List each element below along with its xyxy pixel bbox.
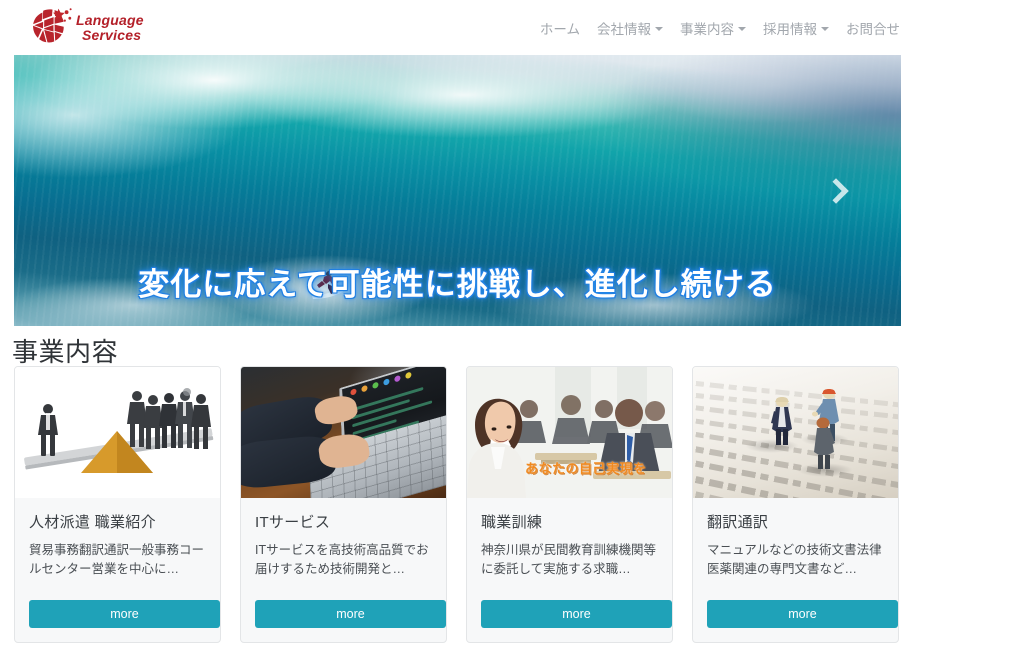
chevron-down-icon — [738, 26, 746, 31]
chevron-down-icon — [655, 26, 663, 31]
nav-label: お問合せ — [846, 21, 900, 37]
brand-line-1: Language — [76, 12, 144, 29]
more-button[interactable]: more — [255, 600, 446, 628]
card-item[interactable]: 翻訳通訳 マニュアルなどの技術文書法律医薬関連の専門文書など… more — [692, 366, 899, 643]
site-header: Language Services ホーム 会社情報 事業内容 採用情報 お問合… — [0, 0, 1024, 55]
nav-label: ホーム — [539, 21, 580, 37]
card-item[interactable]: あなたの自己実現を 職業訓練 神奈川県が民間教育訓練機関等に委託して実施する求職… — [466, 366, 673, 643]
card-body: 翻訳通訳 マニュアルなどの技術文書法律医薬関連の専門文書など… — [693, 498, 898, 600]
card-body: 人材派遣 職業紹介 貿易事務翻訳通訳一般事務コールセンター営業を中心に… — [15, 498, 220, 600]
card-title: ITサービス — [255, 514, 331, 531]
card-item[interactable]: ITサービス ITサービスを高技術高品質でお届けするため技術開発と… more — [240, 366, 447, 643]
figurine — [765, 395, 799, 452]
card-title: 翻訳通訳 — [707, 514, 769, 531]
carousel-next-button[interactable] — [816, 171, 856, 211]
card-body: ITサービス ITサービスを高技術高品質でお届けするため技術開発と… — [241, 498, 446, 600]
section-title: 事業内容 — [12, 337, 119, 367]
nav-item-recruit[interactable]: 採用情報 — [763, 18, 829, 38]
site-logo[interactable]: Language Services — [28, 6, 144, 50]
nav-label: 採用情報 — [763, 21, 817, 37]
nav-item-company[interactable]: 会社情報 — [597, 18, 663, 38]
nav-item-business[interactable]: 事業内容 — [680, 18, 746, 38]
classroom-image-caption: あなたの自己実現を — [525, 461, 647, 476]
brand-wordmark: Language Services — [76, 13, 144, 42]
card-image-laptop — [241, 367, 446, 498]
chevron-down-icon — [821, 26, 829, 31]
card-item[interactable]: 人材派遣 職業紹介 貿易事務翻訳通訳一般事務コールセンター営業を中心に… mor… — [14, 366, 221, 643]
nav-label: 事業内容 — [680, 21, 734, 37]
card-description: マニュアルなどの技術文書法律医薬関連の専門文書など… — [707, 543, 882, 577]
nav-item-contact[interactable]: お問合せ — [846, 18, 900, 38]
card-description: 神奈川県が民間教育訓練機関等に委託して実施する求職… — [481, 543, 657, 577]
card-body: 職業訓練 神奈川県が民間教育訓練機関等に委託して実施する求職… — [467, 498, 672, 600]
figurine — [805, 415, 841, 476]
nav-label: 会社情報 — [597, 21, 651, 37]
hero-caption: 変化に応えて可能性に挑戦し、進化し続ける — [138, 267, 777, 302]
brand-line-2: Services — [82, 26, 142, 43]
chevron-right-icon — [823, 177, 849, 204]
card-title: 職業訓練 — [481, 514, 543, 531]
more-button[interactable]: more — [481, 600, 672, 628]
more-button[interactable]: more — [707, 600, 898, 628]
business-card-grid: 人材派遣 職業紹介 貿易事務翻訳通訳一般事務コールセンター営業を中心に… mor… — [14, 366, 1010, 643]
card-description: ITサービスを高技術高品質でお届けするため技術開発と… — [255, 543, 429, 577]
hero-carousel[interactable]: 変化に応えて可能性に挑戦し、進化し続ける — [14, 55, 901, 326]
card-image-seesaw — [15, 367, 220, 498]
more-button[interactable]: more — [29, 600, 220, 628]
nav-item-home[interactable]: ホーム — [540, 18, 580, 38]
card-title: 人材派遣 職業紹介 — [29, 514, 156, 531]
card-image-classroom: あなたの自己実現を — [467, 367, 672, 498]
main-navigation: ホーム 会社情報 事業内容 採用情報 お問合せ — [540, 18, 900, 38]
card-image-book — [693, 367, 898, 498]
card-description: 貿易事務翻訳通訳一般事務コールセンター営業を中心に… — [29, 543, 205, 577]
globe-star-logo-icon — [28, 6, 74, 50]
